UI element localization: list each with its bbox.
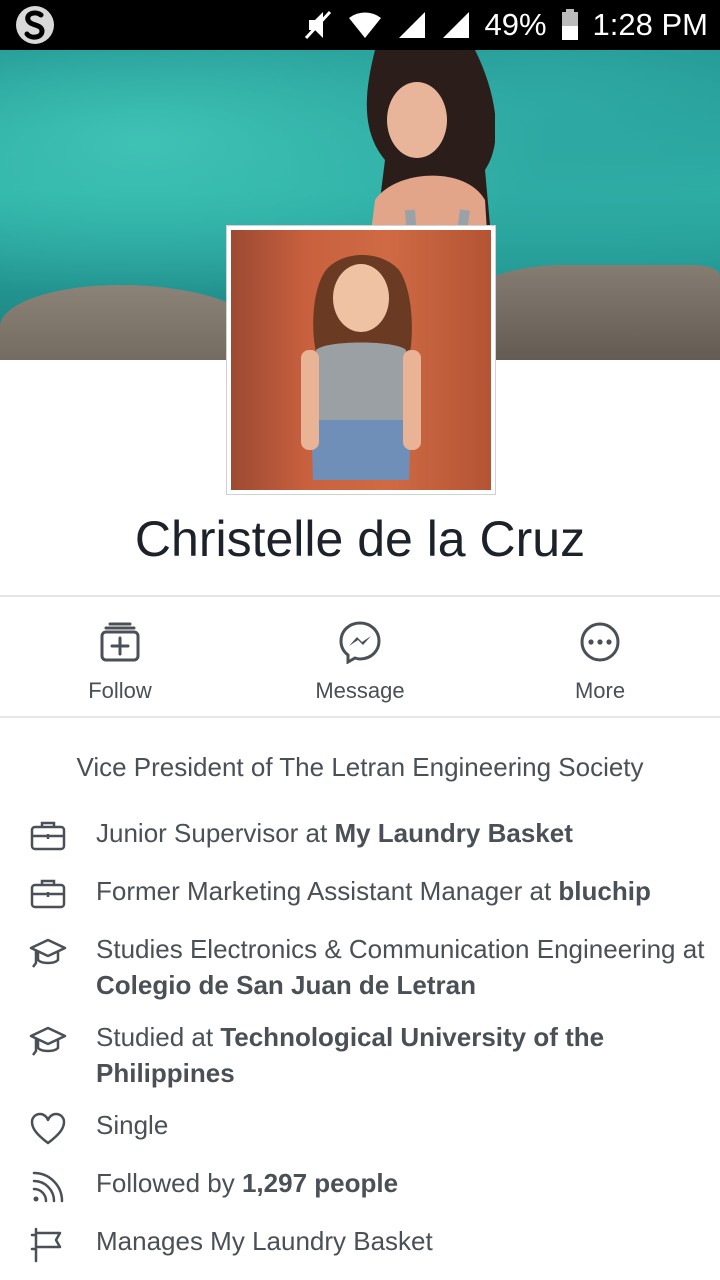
clock: 1:28 PM bbox=[592, 7, 708, 42]
more-button[interactable]: More bbox=[480, 598, 720, 716]
follow-icon bbox=[100, 622, 140, 662]
intro-item-work[interactable]: Former Marketing Assistant Manager at bl… bbox=[28, 873, 708, 915]
more-icon bbox=[580, 622, 620, 662]
signal-icon bbox=[398, 12, 425, 38]
intro-item-education[interactable]: Studies Electronics & Communication Engi… bbox=[28, 931, 708, 1003]
follow-button[interactable]: Follow bbox=[0, 598, 240, 716]
graduation-cap-icon bbox=[29, 1026, 67, 1056]
battery-icon bbox=[561, 9, 578, 40]
intro-item-relationship[interactable]: Single bbox=[28, 1107, 708, 1149]
intro-item-text: Single bbox=[96, 1110, 169, 1140]
intro-item-text: Studied at Technological University of t… bbox=[96, 1022, 605, 1088]
signal-icon bbox=[442, 12, 469, 38]
messenger-icon bbox=[339, 621, 381, 664]
profile-name: Christelle de la Cruz bbox=[134, 511, 586, 567]
intro-item-followers[interactable]: Followed by 1,297 people bbox=[28, 1165, 708, 1207]
intro-item-manages[interactable]: Manages My Laundry Basket bbox=[28, 1223, 708, 1265]
wifi-icon bbox=[348, 12, 381, 38]
message-button[interactable]: Message bbox=[240, 598, 480, 716]
intro-item-text: Followed by 1,297 people bbox=[96, 1168, 399, 1198]
profile-person-figure bbox=[301, 255, 421, 480]
intro-item-education[interactable]: Studied at Technological University of t… bbox=[28, 1019, 708, 1091]
action-bar: Follow Message More bbox=[0, 598, 720, 716]
cover-rock bbox=[460, 265, 720, 360]
profile-picture[interactable] bbox=[226, 225, 496, 495]
graduation-cap-icon bbox=[29, 938, 67, 968]
intro-item-text: Studies Electronics & Communication Engi… bbox=[96, 934, 705, 1000]
briefcase-icon bbox=[30, 879, 66, 909]
divider bbox=[0, 716, 720, 718]
cover-rock bbox=[0, 285, 260, 360]
intro-item-text: Junior Supervisor at My Laundry Basket bbox=[96, 818, 573, 848]
battery-percent: 49% bbox=[484, 7, 547, 42]
divider bbox=[0, 595, 720, 597]
profile-headline: Vice President of The Letran Engineering… bbox=[76, 752, 644, 782]
rss-icon bbox=[32, 1171, 64, 1203]
mute-icon bbox=[304, 10, 331, 40]
flag-icon bbox=[30, 1227, 62, 1263]
intro-item-text: Manages My Laundry Basket bbox=[96, 1226, 433, 1256]
status-bar: 49% 1:28 PM bbox=[0, 0, 720, 50]
more-label: More bbox=[574, 678, 626, 703]
message-label: Message bbox=[315, 678, 405, 703]
intro-list: Junior Supervisor at My Laundry Basket F… bbox=[28, 815, 708, 1280]
app-logo-icon bbox=[16, 6, 54, 44]
follow-label: Follow bbox=[88, 678, 152, 703]
intro-item-text: Former Marketing Assistant Manager at bl… bbox=[96, 876, 651, 906]
briefcase-icon bbox=[30, 821, 66, 851]
intro-item-work[interactable]: Junior Supervisor at My Laundry Basket bbox=[28, 815, 708, 857]
heart-icon bbox=[30, 1112, 66, 1145]
